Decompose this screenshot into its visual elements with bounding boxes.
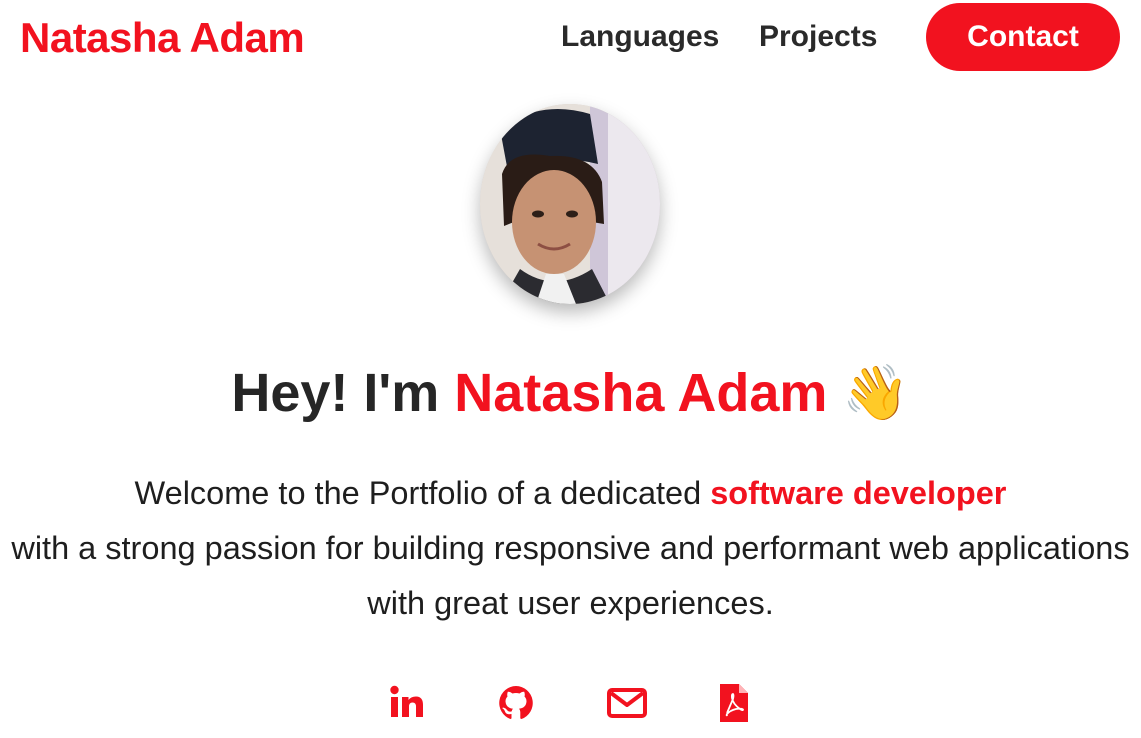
email-icon[interactable] <box>605 680 649 726</box>
hero-subtitle-part2: with a strong passion for building respo… <box>11 530 1130 621</box>
wave-icon: 👋 <box>842 363 910 423</box>
social-links <box>0 680 1141 728</box>
pdf-resume-icon[interactable] <box>716 680 752 726</box>
hero-subtitle-highlight: software developer <box>710 475 1007 511</box>
github-icon[interactable] <box>496 680 536 726</box>
contact-button[interactable]: Contact <box>926 3 1120 71</box>
hero-title-name: Natasha Adam <box>454 363 828 423</box>
nav-link-projects[interactable]: Projects <box>759 20 877 54</box>
hero-title-prefix: Hey! I'm <box>231 363 455 423</box>
navbar: Natasha Adam Languages Projects Contact <box>0 0 1141 78</box>
profile-avatar <box>480 104 660 304</box>
brand-logo-link[interactable]: Natasha Adam <box>20 14 305 62</box>
linkedin-icon[interactable] <box>385 680 429 726</box>
hero-title: Hey! I'm Natasha Adam 👋 <box>0 362 1141 425</box>
hero-subtitle-part1: Welcome to the Portfolio of a dedicated <box>134 475 711 511</box>
hero-subtitle: Welcome to the Portfolio of a dedicated … <box>0 466 1141 631</box>
nav-link-languages[interactable]: Languages <box>561 20 719 54</box>
